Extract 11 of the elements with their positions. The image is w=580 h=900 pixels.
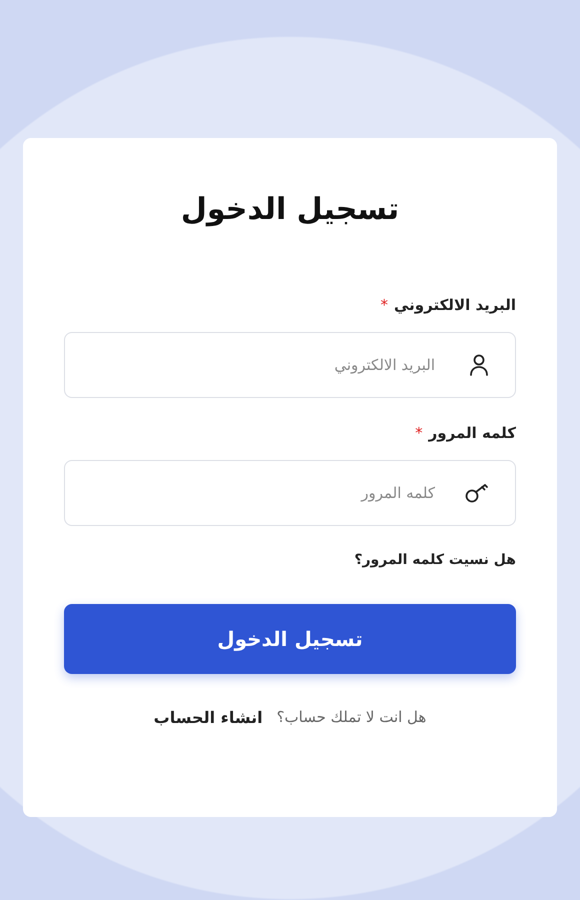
field-label: كلمه المرور: [428, 424, 516, 442]
email-field[interactable]: البريد الالكتروني: [64, 332, 516, 398]
field-label: البريد الالكتروني: [394, 296, 516, 314]
login-button[interactable]: تسجيل الدخول: [64, 604, 516, 674]
signup-prompt: هل انت لا تملك حساب؟: [276, 708, 426, 727]
password-field[interactable]: كلمه المرور: [64, 460, 516, 526]
required-asterisk: *: [415, 424, 423, 442]
forgot-password-link[interactable]: هل نسيت كلمه المرور؟: [354, 552, 516, 568]
create-account-link[interactable]: انشاء الحساب: [154, 708, 263, 727]
form-title: تسجيل الدخول: [180, 191, 400, 229]
required-asterisk: *: [380, 296, 388, 314]
